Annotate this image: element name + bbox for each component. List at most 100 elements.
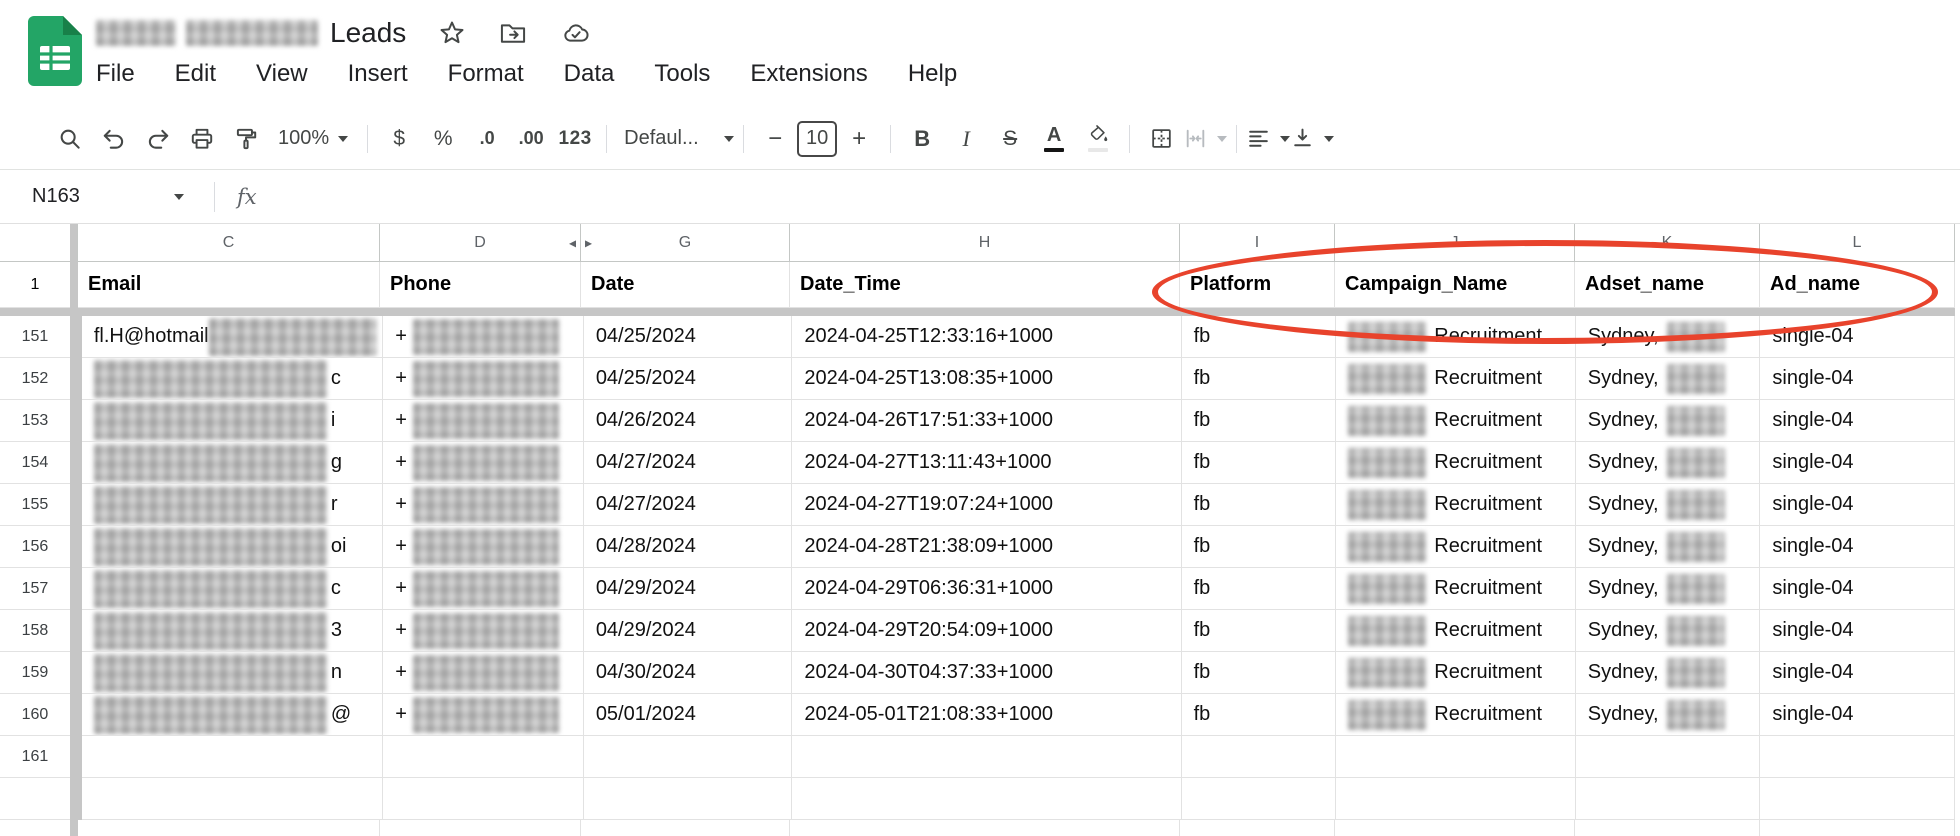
cell-adset[interactable]: Sydney, [1575, 442, 1761, 484]
cell-platform[interactable]: fb [1181, 484, 1337, 526]
cell-phone[interactable]: + [383, 526, 584, 568]
cell-email[interactable]: @ [81, 694, 384, 736]
select-all-corner[interactable] [0, 224, 70, 262]
chevron-down-icon[interactable] [1280, 135, 1291, 142]
column-header-c[interactable]: C [78, 224, 380, 262]
cell-date[interactable]: 04/30/2024 [583, 652, 793, 694]
row-number[interactable]: 153 [0, 400, 70, 442]
cell-ad[interactable]: single-04 [1760, 358, 1955, 400]
row-number[interactable]: 1 [0, 262, 70, 308]
sheets-logo[interactable] [28, 16, 82, 86]
decrease-decimal-button[interactable]: .0 [465, 116, 509, 162]
row-number[interactable]: 159 [0, 652, 70, 694]
cell-phone[interactable] [383, 736, 584, 778]
cell-platform[interactable]: fb [1181, 568, 1337, 610]
cell-datetime[interactable]: 2024-04-27T13:11:43+1000 [792, 442, 1182, 484]
cell-date[interactable]: 04/27/2024 [583, 484, 793, 526]
increase-font-size-button[interactable]: + [837, 116, 881, 162]
cell-campaign[interactable]: Recruitment [1336, 316, 1576, 358]
cell-platform[interactable]: fb [1181, 358, 1337, 400]
column-header-h[interactable]: H [790, 224, 1180, 262]
search-icon[interactable] [48, 116, 92, 162]
cell-email[interactable]: oi [81, 526, 384, 568]
cell-phone[interactable]: + [383, 694, 584, 736]
cell-ad[interactable]: single-04 [1760, 442, 1955, 484]
borders-button[interactable] [1139, 116, 1183, 162]
row-number[interactable]: 157 [0, 568, 70, 610]
cell-ad[interactable]: single-04 [1760, 526, 1955, 568]
column-header-g[interactable]: ▸ G [581, 224, 790, 262]
move-folder-icon[interactable] [498, 19, 528, 47]
cell-adset[interactable]: Sydney, [1575, 694, 1761, 736]
fill-color-button[interactable] [1076, 116, 1120, 162]
menu-tools[interactable]: Tools [654, 60, 710, 88]
menu-data[interactable]: Data [564, 60, 615, 88]
format-percent-button[interactable]: % [421, 116, 465, 162]
row-number[interactable]: 151 [0, 316, 70, 358]
cell-datetime[interactable]: 2024-04-28T21:38:09+1000 [792, 526, 1182, 568]
document-title[interactable]: Leads [330, 17, 406, 49]
header-cell-datetime[interactable]: Date_Time [790, 262, 1180, 308]
cell-email[interactable] [81, 736, 384, 778]
cell-campaign[interactable]: Recruitment [1336, 442, 1576, 484]
row-number[interactable]: 161 [0, 736, 70, 778]
cell-datetime[interactable] [792, 736, 1182, 778]
column-header-k[interactable]: K [1575, 224, 1760, 262]
number-format-button[interactable]: 123 [553, 116, 597, 162]
cell-datetime[interactable]: 2024-04-29T20:54:09+1000 [792, 610, 1182, 652]
header-cell-adset[interactable]: Adset_name [1575, 262, 1760, 308]
print-icon[interactable] [180, 116, 224, 162]
cell-date[interactable]: 04/29/2024 [583, 610, 793, 652]
cell-ad[interactable] [1760, 736, 1955, 778]
column-header-i[interactable]: I [1180, 224, 1335, 262]
menu-extensions[interactable]: Extensions [750, 60, 867, 88]
menu-help[interactable]: Help [908, 60, 957, 88]
menu-view[interactable]: View [256, 60, 308, 88]
cell-ad[interactable]: single-04 [1760, 652, 1955, 694]
font-size-input[interactable]: 10 [797, 120, 838, 157]
cell-phone[interactable]: + [383, 484, 584, 526]
cell-adset[interactable]: Sydney, [1575, 526, 1761, 568]
chevron-down-icon[interactable] [174, 193, 184, 200]
cell-platform[interactable]: fb [1181, 400, 1337, 442]
zoom-selector[interactable]: 100% [268, 116, 358, 162]
cell-adset[interactable]: Sydney, [1575, 484, 1761, 526]
row-number[interactable]: 160 [0, 694, 70, 736]
strikethrough-button[interactable]: S [988, 116, 1032, 162]
cell-datetime[interactable]: 2024-04-30T04:37:33+1000 [792, 652, 1182, 694]
cell-datetime[interactable]: 2024-04-27T19:07:24+1000 [792, 484, 1182, 526]
cell-adset[interactable] [1575, 736, 1761, 778]
redo-icon[interactable] [136, 116, 180, 162]
cell-platform[interactable]: fb [1181, 316, 1337, 358]
cell-campaign[interactable]: Recruitment [1336, 568, 1576, 610]
cell-phone[interactable]: + [383, 610, 584, 652]
column-header-j[interactable]: J [1335, 224, 1575, 262]
row-number[interactable]: 158 [0, 610, 70, 652]
cell-platform[interactable]: fb [1181, 526, 1337, 568]
cell-date[interactable]: 04/26/2024 [583, 400, 793, 442]
cell-ad[interactable]: single-04 [1760, 568, 1955, 610]
cell-adset[interactable]: Sydney, [1575, 568, 1761, 610]
cell-phone[interactable]: + [383, 400, 584, 442]
cell-phone[interactable]: + [383, 358, 584, 400]
italic-button[interactable]: I [944, 116, 988, 162]
cell-date[interactable]: 04/28/2024 [583, 526, 793, 568]
chevron-down-icon[interactable] [1324, 135, 1335, 142]
cell-campaign[interactable]: Recruitment [1336, 694, 1576, 736]
cell-campaign[interactable]: Recruitment [1336, 652, 1576, 694]
name-box[interactable]: N163 [32, 185, 184, 208]
cell-date[interactable]: 04/29/2024 [583, 568, 793, 610]
cell-ad[interactable]: single-04 [1760, 610, 1955, 652]
bold-button[interactable]: B [900, 116, 944, 162]
cell-campaign[interactable]: Recruitment [1336, 526, 1576, 568]
cell-adset[interactable]: Sydney, [1575, 610, 1761, 652]
row-number[interactable]: 154 [0, 442, 70, 484]
row-number[interactable]: 152 [0, 358, 70, 400]
header-cell-phone[interactable]: Phone [380, 262, 581, 308]
cell-adset[interactable]: Sydney, [1575, 652, 1761, 694]
cell-date[interactable]: 04/27/2024 [583, 442, 793, 484]
cell-datetime[interactable]: 2024-04-29T06:36:31+1000 [792, 568, 1182, 610]
paint-format-icon[interactable] [224, 116, 268, 162]
cell-platform[interactable]: fb [1181, 610, 1337, 652]
header-cell-platform[interactable]: Platform [1180, 262, 1335, 308]
